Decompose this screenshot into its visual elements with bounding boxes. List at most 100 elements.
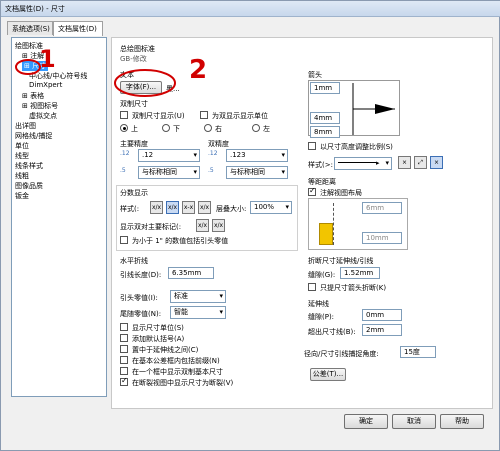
double-mark-2-button[interactable]: x/x (212, 219, 225, 232)
tree-item-detailing[interactable]: 出详图 (15, 121, 36, 131)
tree-item-line-thickness[interactable]: 线粗 (15, 171, 29, 181)
font-name: 黑... (166, 85, 180, 93)
settings-tree: 绘图标准 ⊞ 注解 ⊞ 尺寸 中心线/中心符号线 DimXpert ⊞ 表格 ⊞… (11, 37, 107, 397)
radial-snap-input[interactable]: 15度 (400, 346, 436, 358)
dual-pos-bottom-label: 下 (173, 125, 180, 133)
tree-item-dimxpert[interactable]: DimXpert (29, 81, 62, 89)
tree-item-line-style[interactable]: 线条样式 (15, 161, 43, 171)
tree-item-virtual-sharps[interactable]: 虚拟交点 (29, 111, 57, 121)
dual-display-checkbox[interactable] (120, 111, 128, 119)
option-4-checkbox[interactable] (120, 356, 128, 364)
zero-feet-label: 为小于 1" 的数值包括引头零值 (132, 237, 229, 245)
arrow-length-input[interactable]: 8mm (310, 126, 340, 138)
title-bar: 文档属性(D) - 尺寸 (1, 1, 500, 17)
tree-item-drafting-standard[interactable]: 绘图标准 (15, 41, 43, 51)
dual-display-label: 双制尺寸显示(U) (132, 112, 185, 120)
break-gap-label: 缝隙(G): (308, 271, 336, 279)
ext-gap-label: 缝隙(P): (308, 313, 335, 321)
tree-item-annotations[interactable]: ⊞ 注解 (22, 51, 44, 61)
window-title: 文档属性(D) - 尺寸 (5, 5, 65, 13)
dual-units-label: 为双显示显示单位 (212, 112, 268, 120)
precision-icon: .12 (120, 150, 130, 157)
offset-doc-checkbox[interactable] (308, 186, 316, 196)
break-gap-input[interactable]: 1.52mm (340, 267, 380, 279)
dual-tolerance-precision-icon: .5 (208, 167, 214, 174)
arrow-pos-smart-button[interactable]: ⨯ (430, 156, 443, 169)
tree-item-line-font[interactable]: 线型 (15, 151, 29, 161)
offset-distance-2-input[interactable]: 10mm (362, 232, 402, 244)
arrow-scale-checkbox[interactable] (308, 142, 316, 150)
arrow-style-select[interactable]: ▸ (334, 157, 392, 170)
double-mark-label: 显示双对主要标记(: (120, 223, 182, 231)
tolerance-button[interactable]: 公差(T)... (310, 368, 346, 381)
extension-line-title: 延伸线 (308, 300, 329, 308)
tree-item-view-labels[interactable]: ⊞ 视图标号 (22, 101, 58, 111)
primary-value-select[interactable]: .12 (138, 149, 200, 162)
option-5-checkbox[interactable] (120, 367, 128, 375)
expand-icon[interactable]: ⊞ (22, 52, 28, 60)
tolerance-precision-icon: .5 (120, 167, 126, 174)
fraction-style-3-button[interactable]: x-x (182, 201, 195, 214)
tab-document-properties[interactable]: 文档属性(D) (53, 21, 103, 36)
overall-standard-value: GB-修改 (120, 55, 147, 63)
dual-pos-top-radio[interactable] (120, 124, 128, 132)
tree-item-units[interactable]: 单位 (15, 141, 29, 151)
arrowhead-icon: ▸ (376, 159, 380, 167)
tree-item-tables[interactable]: ⊞ 表格 (22, 91, 44, 101)
fraction-style-1-button[interactable]: x/x (150, 201, 163, 214)
option-1-checkbox[interactable] (120, 323, 128, 331)
dual-value-select[interactable]: .123 (226, 149, 288, 162)
tab-system-options[interactable]: 系统选项(S) (7, 21, 53, 35)
dual-pos-bottom-radio[interactable] (162, 124, 170, 132)
tree-item-image-quality[interactable]: 图像品质 (15, 181, 43, 191)
dual-dimension-title: 双制尺寸 (120, 100, 148, 108)
tree-item-centerline[interactable]: 中心线/中心符号线 (29, 71, 87, 81)
break-only-arrow-checkbox[interactable] (308, 283, 316, 291)
zero-feet-checkbox[interactable] (120, 236, 128, 244)
leading-zero-select[interactable]: 标准 (170, 290, 226, 303)
cancel-button[interactable]: 取消 (392, 414, 436, 429)
arrow-pos-inside-button[interactable]: ⨯ (398, 156, 411, 169)
double-mark-1-button[interactable]: x/x (196, 219, 209, 232)
arrow-pos-outside-button[interactable]: ⤢ (414, 156, 427, 169)
trailing-zero-select[interactable]: 智能 (170, 306, 226, 319)
dual-pos-top-label: 上 (131, 125, 138, 133)
fraction-style-2-button[interactable]: x/x (166, 201, 179, 214)
dual-tolerance-select[interactable]: 与标称相同 (226, 166, 288, 179)
arrow-width-input[interactable]: 4mm (310, 112, 340, 124)
arrow-height-input[interactable]: 1mm (310, 82, 340, 94)
font-button[interactable]: 字体(F)... (120, 81, 162, 94)
dual-units-checkbox[interactable] (200, 111, 208, 119)
offset-doc-label: 注解视图布局 (320, 189, 362, 197)
stack-size-label: 层叠大小: (216, 205, 247, 213)
dual-pos-right-radio[interactable] (204, 124, 212, 132)
ok-button[interactable]: 确定 (344, 414, 388, 429)
ext-beyond-input[interactable]: 2mm (362, 324, 402, 336)
primary-tolerance-select[interactable]: 与标称相同 (138, 166, 200, 179)
help-button[interactable]: 帮助 (440, 414, 484, 429)
option-2-label: 添加默认括号(A) (132, 335, 185, 343)
option-2-checkbox[interactable] (120, 334, 128, 342)
horizontal-break-title: 水平折线 (120, 257, 148, 265)
ext-gap-input[interactable]: 0mm (362, 309, 402, 321)
leader-length-label: 引线长度(D): (120, 271, 162, 279)
expand-icon[interactable]: ⊞ (24, 62, 30, 70)
stack-size-select[interactable]: 100% (250, 201, 292, 214)
document-properties-window: 文档属性(D) - 尺寸 系统选项(S) 文档属性(D) 绘图标准 ⊞ 注解 ⊞… (0, 0, 500, 451)
tree-item-sheet-metal[interactable]: 钣金 (15, 191, 29, 201)
dual-precision-title: 双精度 (208, 140, 229, 148)
option-6-checkbox[interactable] (120, 376, 128, 386)
leader-length-input[interactable]: 6.35mm (168, 267, 214, 279)
tree-item-grid-snap[interactable]: 网格线/捕捉 (15, 131, 52, 141)
arrow-style-label: 样式(>: (308, 161, 333, 169)
fraction-style-label: 样式(: (120, 205, 140, 213)
fraction-style-4-button[interactable]: x/x (198, 201, 211, 214)
option-5-label: 在一个框中显示双制基本尺寸 (132, 368, 223, 376)
dual-pos-left-radio[interactable] (252, 124, 260, 132)
expand-icon[interactable]: ⊞ (22, 102, 28, 110)
expand-icon[interactable]: ⊞ (22, 92, 28, 100)
tree-item-dimensions[interactable]: ⊞ 尺寸 (22, 61, 49, 71)
offset-distance-1-input[interactable]: 6mm (362, 202, 402, 214)
properties-pane: 总绘图标准 GB-修改 文本 字体(F)... 黑... 双制尺寸 双制尺寸显示… (111, 37, 493, 409)
option-3-checkbox[interactable] (120, 345, 128, 353)
